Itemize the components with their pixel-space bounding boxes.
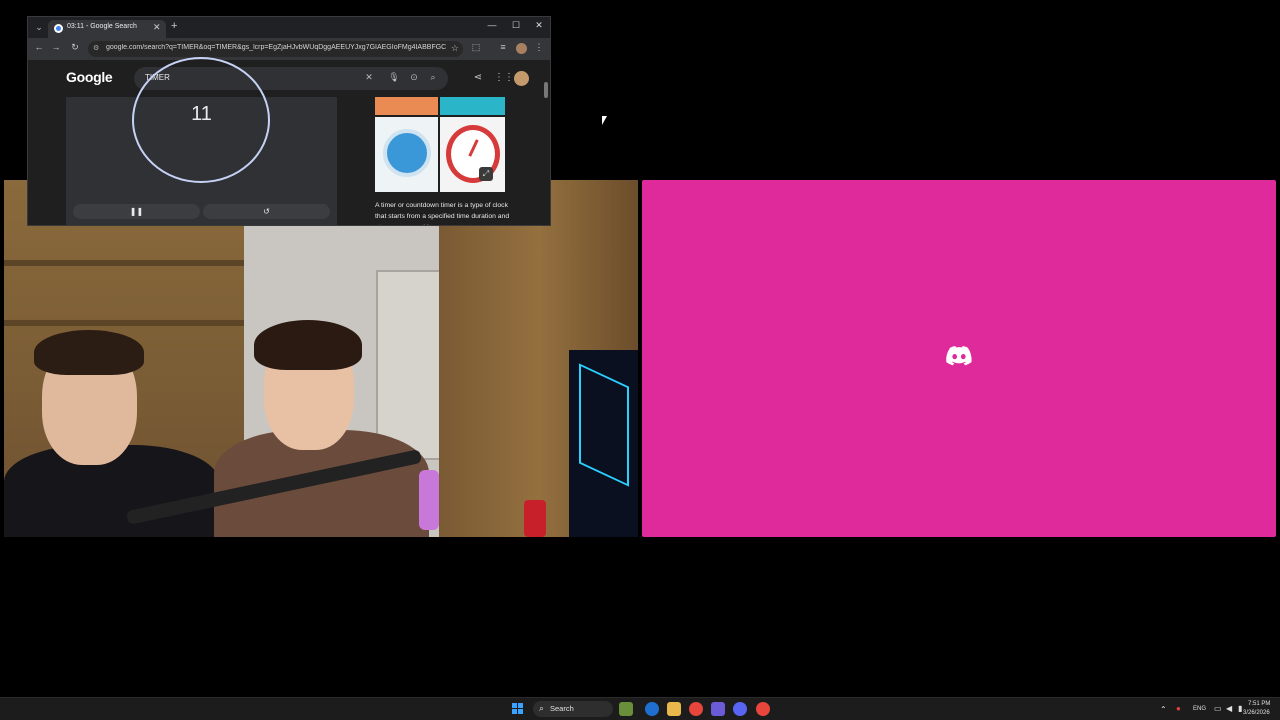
minimize-button[interactable]: — xyxy=(485,20,499,30)
forward-button[interactable]: → xyxy=(50,42,62,52)
reload-button[interactable]: ↻ xyxy=(69,42,81,53)
discord-video-tile[interactable] xyxy=(642,180,1276,537)
taskbar: ⌕ Search ⌃ ● ENG ▭ ◀ ▮ 7:51 PM 3/26/2026 xyxy=(0,697,1280,720)
media-control-icon[interactable]: ≡ xyxy=(497,42,509,52)
camera-person-right xyxy=(214,320,429,537)
back-button[interactable]: ← xyxy=(33,42,45,52)
share-icon[interactable]: ⋖ xyxy=(472,72,484,83)
search-icon: ⌕ xyxy=(539,703,545,713)
taskbar-search[interactable]: ⌕ Search xyxy=(533,701,613,717)
clear-search-icon[interactable]: ✕ xyxy=(363,72,375,83)
image-expand-icon[interactable]: ⤢ xyxy=(479,167,493,181)
app-icon[interactable] xyxy=(711,702,725,716)
discord-taskbar-icon[interactable] xyxy=(733,702,747,716)
chrome-menu-icon[interactable]: ⋮ xyxy=(533,42,545,53)
microphone-icon[interactable]: ● xyxy=(1176,704,1181,713)
timer-description: A timer or countdown timer is a type of … xyxy=(375,202,510,225)
timer-image[interactable] xyxy=(440,97,505,115)
account-avatar[interactable] xyxy=(514,71,529,86)
language-indicator[interactable]: ENG xyxy=(1193,706,1206,712)
extensions-icon[interactable]: ⬚ xyxy=(470,42,482,53)
tab-title: 03:11 - Google Search xyxy=(67,23,137,30)
mouse-cursor-icon xyxy=(602,116,607,125)
camera-shelf xyxy=(4,320,244,326)
battery-icon[interactable]: ▮ xyxy=(1238,704,1242,713)
discord-icon xyxy=(946,346,972,366)
reset-button[interactable]: ↺ xyxy=(203,204,330,219)
search-icon[interactable]: ⌕ xyxy=(427,72,439,83)
widget-icon[interactable] xyxy=(619,702,633,716)
voice-search-icon[interactable]: 🎙 xyxy=(388,72,400,83)
timer-image[interactable] xyxy=(375,97,438,115)
camera-mic-light xyxy=(419,470,439,530)
timer-image[interactable] xyxy=(375,117,438,192)
timer-widget: 11 ❚❚ ↺ xyxy=(66,57,337,225)
google-logo[interactable]: Google xyxy=(66,69,113,85)
browser-window[interactable]: ⌄ 03:11 - Google Search ✕ + — ☐ ✕ ← → ↻ … xyxy=(28,17,550,225)
start-button[interactable] xyxy=(512,703,524,715)
address-url[interactable]: google.com/search?q=TIMER&oq=TIMER&gs_lc… xyxy=(106,44,446,51)
browser-tab[interactable]: 03:11 - Google Search ✕ xyxy=(48,20,166,38)
file-explorer-icon[interactable] xyxy=(667,702,681,716)
maximize-button[interactable]: ☐ xyxy=(509,20,523,31)
camera-can xyxy=(524,500,546,537)
google-favicon-icon xyxy=(54,24,63,33)
edge-icon[interactable] xyxy=(645,702,659,716)
network-icon[interactable]: ▭ xyxy=(1214,704,1222,713)
tray-overflow-icon[interactable]: ⌃ xyxy=(1160,705,1167,714)
profile-avatar[interactable] xyxy=(516,43,527,54)
desktop: ⌄ 03:11 - Google Search ✕ + — ☐ ✕ ← → ↻ … xyxy=(0,0,1280,697)
chrome-active-icon[interactable] xyxy=(756,702,770,716)
timer-image[interactable] xyxy=(440,117,505,192)
page-scrollbar[interactable] xyxy=(542,60,550,225)
apps-grid-icon[interactable]: ⋮⋮ xyxy=(494,72,514,83)
bookmark-star-icon[interactable]: ☆ xyxy=(451,43,459,54)
clock-date[interactable]: 3/26/2026 xyxy=(1243,710,1270,716)
chrome-icon[interactable] xyxy=(689,702,703,716)
search-results-page: Google TIMER ✕ 🎙 ⊙ ⌕ ⋖ ⋮⋮ 11 ❚❚ ↺ ⤢ A ti… xyxy=(28,57,550,225)
clock-time[interactable]: 7:51 PM xyxy=(1248,701,1270,707)
camera-shelf xyxy=(4,260,244,266)
taskbar-search-label: Search xyxy=(550,704,574,713)
close-window-button[interactable]: ✕ xyxy=(532,20,546,31)
tab-close-button[interactable]: ✕ xyxy=(153,22,161,33)
new-tab-button[interactable]: + xyxy=(171,20,177,32)
lens-search-icon[interactable]: ⊙ xyxy=(408,72,420,83)
tab-bar: ⌄ 03:11 - Google Search ✕ + — ☐ ✕ xyxy=(28,17,550,38)
scrollbar-thumb[interactable] xyxy=(544,82,548,98)
volume-icon[interactable]: ◀ xyxy=(1226,704,1232,713)
address-bar[interactable]: ⚙ google.com/search?q=TIMER&oq=TIMER&gs_… xyxy=(88,41,463,57)
browser-toolbar: ← → ↻ ⚙ google.com/search?q=TIMER&oq=TIM… xyxy=(28,38,550,60)
timer-value: 11 xyxy=(191,103,212,125)
camera-video-tile[interactable] xyxy=(4,180,638,537)
site-info-icon[interactable]: ⚙ xyxy=(93,44,99,52)
timer-images-panel[interactable]: ⤢ xyxy=(375,97,505,192)
pause-button[interactable]: ❚❚ xyxy=(73,204,200,219)
tab-list-button[interactable]: ⌄ xyxy=(32,21,46,34)
